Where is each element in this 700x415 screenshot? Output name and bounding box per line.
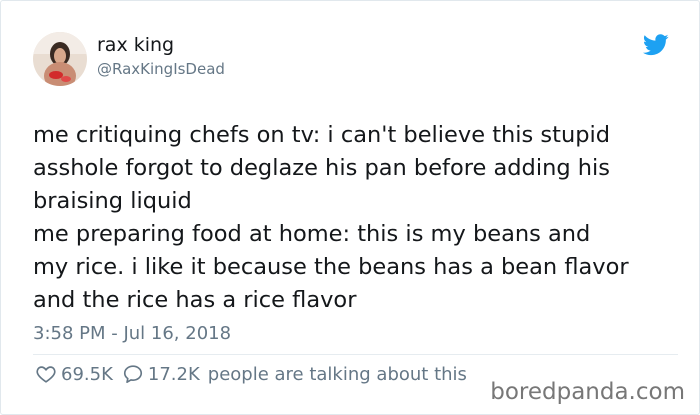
- tweet-line: braising liquid: [33, 188, 192, 214]
- heart-icon[interactable]: [35, 363, 57, 385]
- divider: [33, 354, 678, 355]
- display-name[interactable]: rax king: [97, 34, 174, 56]
- twitter-bird-icon[interactable]: [643, 34, 669, 56]
- tweet-line: my rice. i like it because the beans has…: [33, 254, 629, 280]
- watermark: boredpanda.com: [490, 379, 685, 405]
- like-count[interactable]: 69.5K: [61, 364, 113, 385]
- tweet-line: asshole forgot to deglaze his pan before…: [33, 155, 611, 181]
- tweet-line: me preparing food at home: this is my be…: [33, 221, 591, 247]
- avatar[interactable]: [33, 32, 87, 86]
- reply-count[interactable]: 17.2K: [148, 364, 200, 385]
- tweet-line: me critiquing chefs on tv: i can't belie…: [33, 122, 611, 148]
- tweet-line: and the rice has a rice flavor: [33, 287, 357, 313]
- tweet-card: rax king @RaxKingIsDead me critiquing ch…: [0, 0, 700, 415]
- user-handle[interactable]: @RaxKingIsDead: [97, 60, 225, 78]
- tweet-timestamp[interactable]: 3:58 PM - Jul 16, 2018: [33, 323, 231, 344]
- speech-bubble-icon[interactable]: [122, 363, 144, 385]
- tweet-text: me critiquing chefs on tv: i can't belie…: [33, 119, 683, 317]
- tweet-actions: 69.5K 17.2K people are talking about thi…: [35, 361, 467, 387]
- talking-label[interactable]: people are talking about this: [208, 364, 467, 385]
